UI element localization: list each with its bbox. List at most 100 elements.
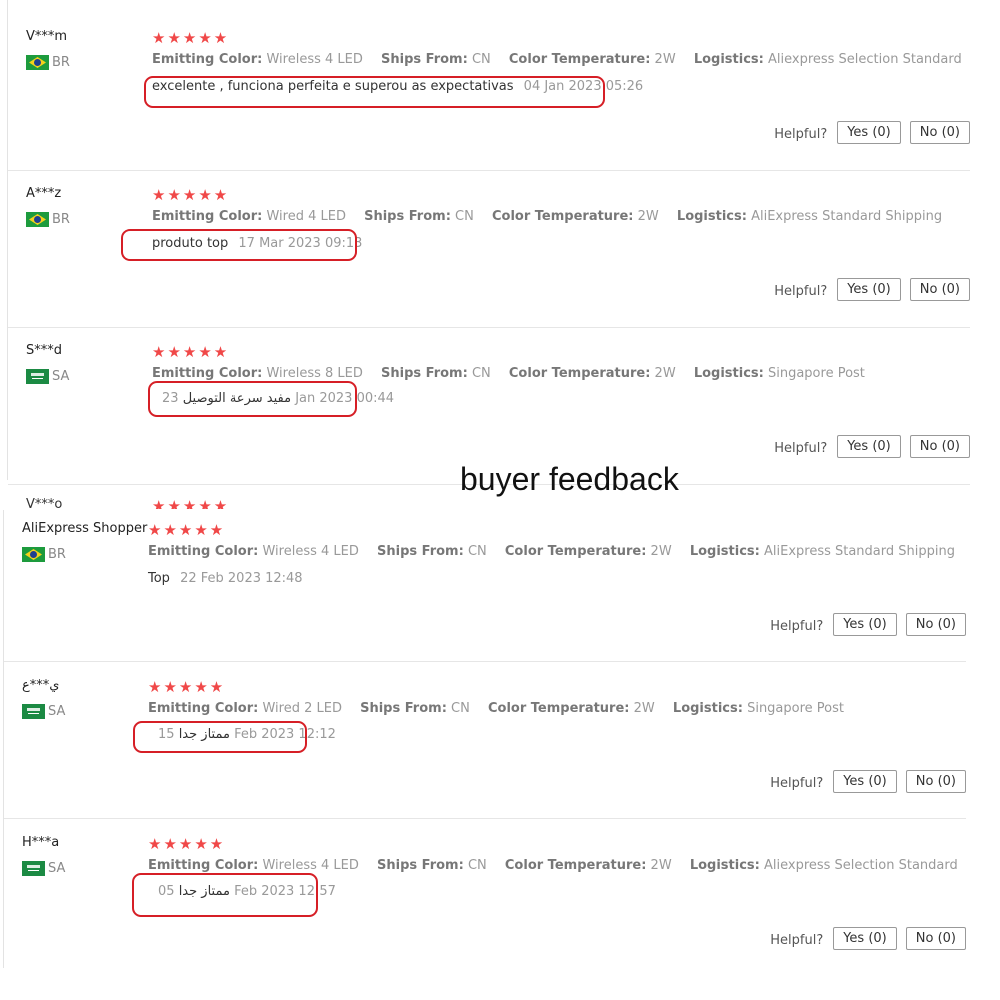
helpful-vote: Helpful? Yes (0) No (0) [774,435,970,458]
logistics-label: Logistics: [689,544,760,559]
reviewer-name: ي***ع [22,678,60,693]
country-code: BR [48,547,66,562]
helpful-label: Helpful? [774,284,828,299]
ships-from-label: Ships From: [377,544,464,559]
emitting-color-label: Emitting Color: [148,544,259,559]
brazil-flag-icon [26,212,49,227]
country-code: SA [48,704,66,719]
color-temperature-label: Color Temperature: [508,366,651,381]
emitting-color-value: Wireless 8 LED [266,366,363,381]
saudi-arabia-flag-icon [26,369,49,384]
ships-from-value: CN [467,858,487,873]
reviewer-country: SA [26,369,69,384]
ships-from-value: CN [455,209,474,224]
logistics-value: AliExpress Standard Shipping [751,209,943,224]
saudi-arabia-flag-icon [22,861,45,876]
reviewer-country: BR [26,212,70,227]
helpful-yes-button[interactable]: Yes (0) [837,435,901,458]
review-item: H***a SA ★★★★★ Emitting Color: Wireless … [4,821,966,961]
logistics-value: Aliexpress Selection Standard [767,52,962,67]
product-attributes: Emitting Color: Wireless 8 LED Ships Fro… [152,366,879,381]
star-rating: ★★★★★ [148,835,226,853]
color-temperature-label: Color Temperature: [504,858,647,873]
review-date: 22 Feb 2023 12:48 [180,571,303,586]
helpful-no-button[interactable]: No (0) [905,927,966,950]
ships-from-label: Ships From: [381,52,468,67]
helpful-no-button[interactable]: No (0) [909,121,970,144]
product-attributes: Emitting Color: Wired 2 LED Ships From: … [148,701,858,716]
emitting-color-value: Wireless 4 LED [266,52,363,67]
logistics-label: Logistics: [689,858,760,873]
country-code: SA [48,861,66,876]
helpful-no-button[interactable]: No (0) [905,770,966,793]
ships-from-value: CN [471,52,491,67]
comment-text: Top [148,571,170,586]
reviewer-country: BR [26,55,70,70]
color-temperature-label: Color Temperature: [491,209,634,224]
emitting-color-value: Wireless 4 LED [262,858,359,873]
brazil-flag-icon [26,55,49,70]
highlight-box [133,721,307,753]
helpful-label: Helpful? [774,441,828,456]
color-temperature-label: Color Temperature: [508,52,651,67]
helpful-no-button[interactable]: No (0) [905,613,966,636]
country-code: BR [52,212,70,227]
helpful-label: Helpful? [770,776,824,791]
review-item: A***z BR ★★★★★ Emitting Color: Wired 4 L… [8,172,970,328]
ships-from-value: CN [451,701,470,716]
color-temperature-value: 2W [654,366,676,381]
ships-from-label: Ships From: [364,209,451,224]
ships-from-label: Ships From: [377,858,464,873]
helpful-no-button[interactable]: No (0) [909,278,970,301]
logistics-label: Logistics: [676,209,747,224]
product-attributes: Emitting Color: Wired 4 LED Ships From: … [152,209,956,224]
helpful-label: Helpful? [770,933,824,948]
reviewer-name: AliExpress Shopper [22,521,148,536]
product-attributes: Emitting Color: Wireless 4 LED Ships Fro… [148,858,972,873]
helpful-vote: Helpful? Yes (0) No (0) [770,770,966,793]
star-rating: ★★★★★ [148,521,226,539]
product-attributes: Emitting Color: Wireless 4 LED Ships Fro… [152,52,976,67]
star-rating: ★★★★★ [152,186,230,204]
product-attributes: Emitting Color: Wireless 4 LED Ships Fro… [148,544,969,559]
reviewer-name: A***z [26,186,62,201]
saudi-arabia-flag-icon [22,704,45,719]
overlay-caption: buyer feedback [460,461,679,497]
helpful-no-button[interactable]: No (0) [909,435,970,458]
reviewer-name: V***m [26,29,68,44]
helpful-yes-button[interactable]: Yes (0) [833,770,897,793]
helpful-yes-button[interactable]: Yes (0) [837,121,901,144]
review-item: ي***ع SA ★★★★★ Emitting Color: Wired 2 L… [4,664,966,819]
helpful-vote: Helpful? Yes (0) No (0) [770,613,966,636]
emitting-color-value: Wired 4 LED [266,209,346,224]
helpful-yes-button[interactable]: Yes (0) [833,613,897,636]
review-item: AliExpress Shopper BR ★★★★★ Emitting Col… [4,507,966,662]
logistics-label: Logistics: [693,366,764,381]
brazil-flag-icon [22,547,45,562]
color-temperature-value: 2W [654,52,676,67]
helpful-yes-button[interactable]: Yes (0) [837,278,901,301]
reviewer-country: SA [22,861,65,876]
country-code: SA [52,369,70,384]
color-temperature-value: 2W [633,701,655,716]
emitting-color-label: Emitting Color: [152,366,263,381]
emitting-color-label: Emitting Color: [152,209,263,224]
review-item: V***m BR ★★★★★ Emitting Color: Wireless … [8,15,970,171]
star-rating: ★★★★★ [148,678,226,696]
logistics-value: Singapore Post [767,366,865,381]
color-temperature-label: Color Temperature: [487,701,630,716]
helpful-vote: Helpful? Yes (0) No (0) [774,278,970,301]
review-comment: Top 22 Feb 2023 12:48 [148,571,303,586]
star-rating: ★★★★★ [152,29,230,47]
emitting-color-value: Wired 2 LED [262,701,342,716]
highlight-box [121,229,357,261]
highlight-box [144,76,605,108]
ships-from-value: CN [471,366,491,381]
helpful-yes-button[interactable]: Yes (0) [833,927,897,950]
color-temperature-label: Color Temperature: [504,544,647,559]
country-code: BR [52,55,70,70]
ships-from-label: Ships From: [360,701,447,716]
color-temperature-value: 2W [650,858,672,873]
star-rating: ★★★★★ [152,343,230,361]
helpful-vote: Helpful? Yes (0) No (0) [774,121,970,144]
